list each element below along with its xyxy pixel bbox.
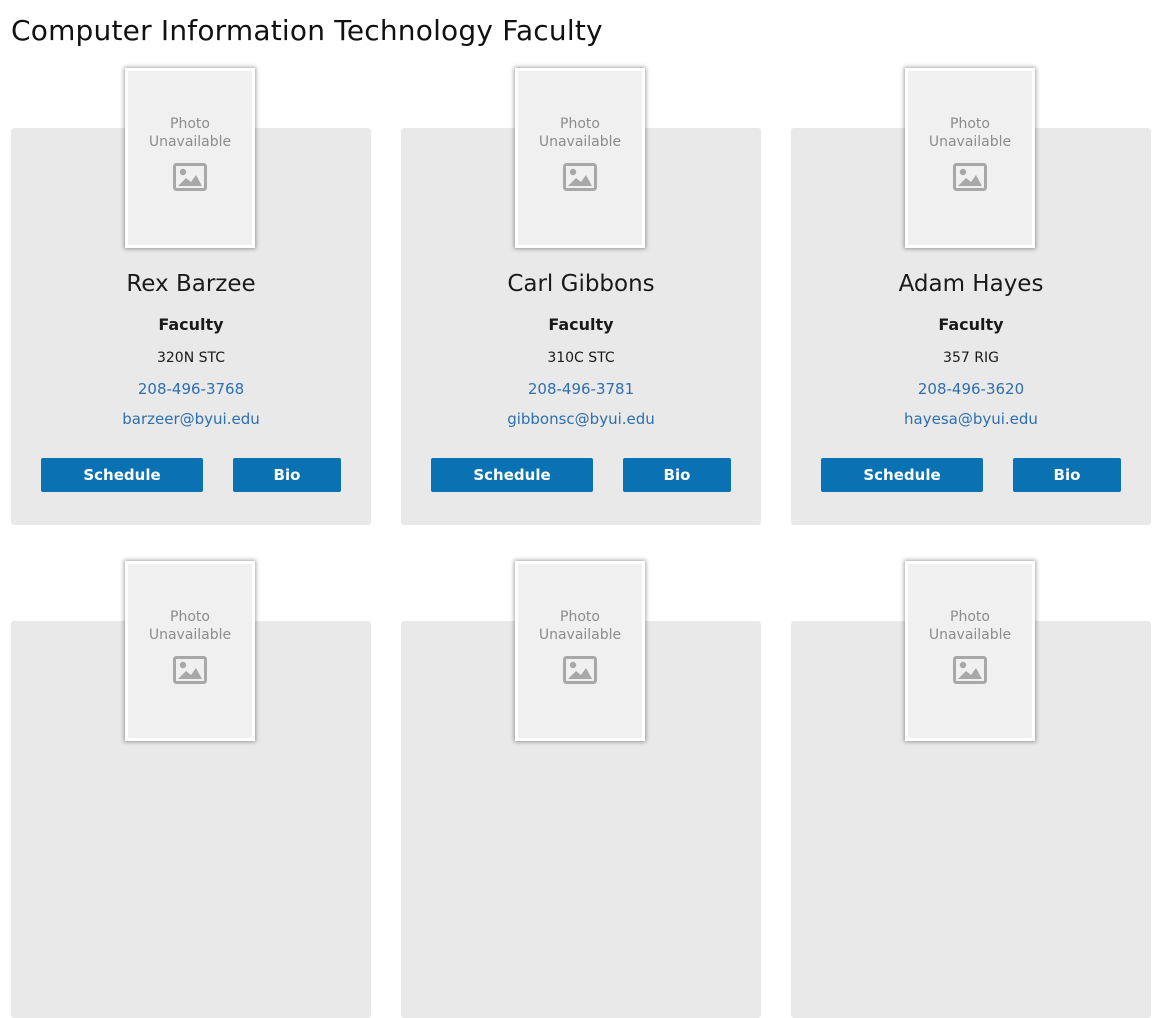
schedule-button[interactable]: Schedule bbox=[431, 458, 593, 492]
image-icon bbox=[953, 163, 987, 191]
faculty-photo-placeholder: Photo Unavailable bbox=[515, 561, 645, 741]
faculty-phone-link[interactable]: 208-496-3620 bbox=[791, 380, 1151, 398]
photo-unavailable-text: Photo Unavailable bbox=[538, 116, 622, 150]
faculty-email-link[interactable]: hayesa@byui.edu bbox=[791, 410, 1151, 428]
schedule-button[interactable]: Schedule bbox=[821, 458, 983, 492]
faculty-name: Adam Hayes bbox=[898, 271, 1044, 297]
faculty-phone-link[interactable]: 208-496-3781 bbox=[401, 380, 761, 398]
faculty-photo-placeholder: Photo Unavailable bbox=[125, 561, 255, 741]
faculty-email-link[interactable]: barzeer@byui.edu bbox=[11, 410, 371, 428]
faculty-role: Faculty bbox=[158, 315, 224, 334]
bio-button[interactable]: Bio bbox=[233, 458, 341, 492]
faculty-office: 320N STC bbox=[156, 350, 226, 366]
bio-button[interactable]: Bio bbox=[1013, 458, 1121, 492]
faculty-photo-placeholder: Photo Unavailable bbox=[515, 68, 645, 248]
faculty-name: Carl Gibbons bbox=[507, 271, 655, 297]
faculty-role: Faculty bbox=[938, 315, 1004, 334]
photo-unavailable-text: Photo Unavailable bbox=[928, 609, 1012, 643]
image-icon bbox=[173, 163, 207, 191]
image-icon bbox=[563, 656, 597, 684]
faculty-name: Rex Barzee bbox=[126, 271, 256, 297]
photo-unavailable-text: Photo Unavailable bbox=[148, 116, 232, 150]
image-icon bbox=[563, 163, 597, 191]
faculty-role: Faculty bbox=[548, 315, 614, 334]
photo-unavailable-text: Photo Unavailable bbox=[148, 609, 232, 643]
faculty-office: 310C STC bbox=[547, 350, 615, 366]
image-icon bbox=[173, 656, 207, 684]
faculty-photo-placeholder: Photo Unavailable bbox=[905, 68, 1035, 248]
schedule-button[interactable]: Schedule bbox=[41, 458, 203, 492]
faculty-email-link[interactable]: gibbonsc@byui.edu bbox=[401, 410, 761, 428]
photo-unavailable-text: Photo Unavailable bbox=[928, 116, 1012, 150]
photo-unavailable-text: Photo Unavailable bbox=[538, 609, 622, 643]
faculty-grid: Rex Barzee Faculty 320N STC 208-496-3768… bbox=[0, 0, 1165, 1018]
image-icon bbox=[953, 656, 987, 684]
faculty-photo-placeholder: Photo Unavailable bbox=[905, 561, 1035, 741]
bio-button[interactable]: Bio bbox=[623, 458, 731, 492]
faculty-office: 357 RIG bbox=[943, 350, 999, 366]
faculty-photo-placeholder: Photo Unavailable bbox=[125, 68, 255, 248]
faculty-phone-link[interactable]: 208-496-3768 bbox=[11, 380, 371, 398]
